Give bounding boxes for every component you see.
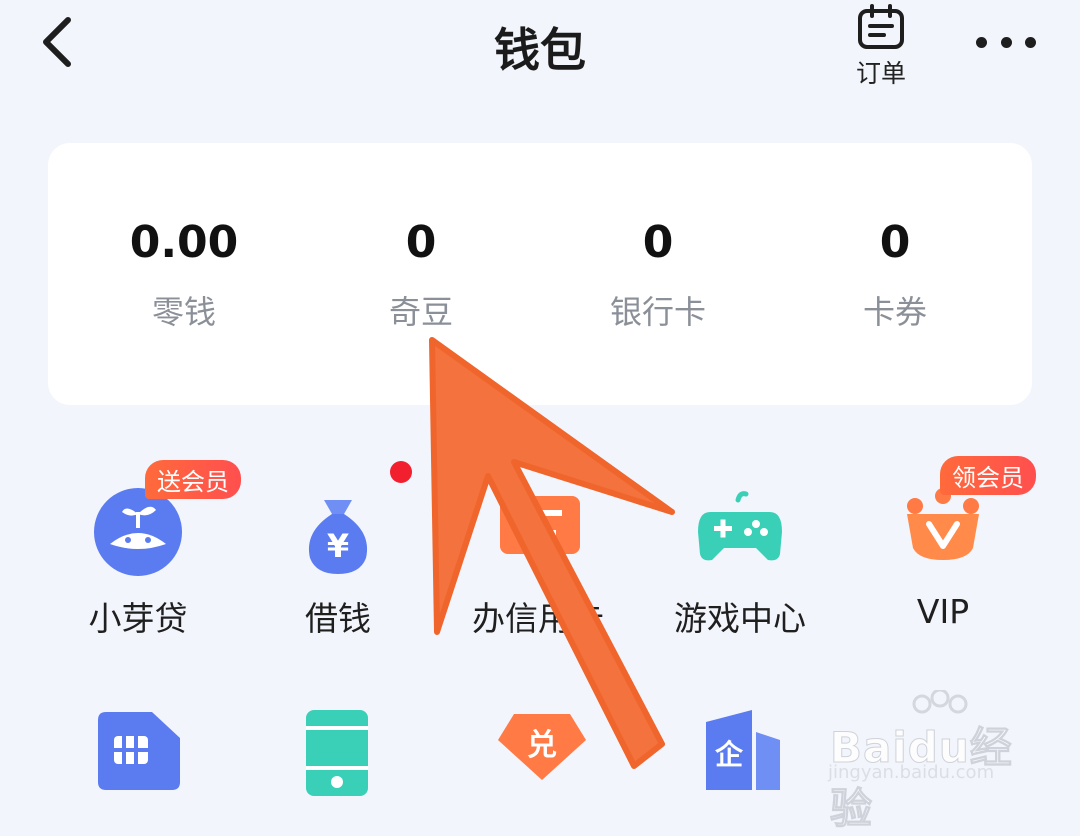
more-dot bbox=[1000, 36, 1012, 48]
balance-label: 卡券 bbox=[862, 293, 927, 331]
service-game-center[interactable]: 游戏中心 bbox=[640, 482, 840, 640]
balance-value: 0 bbox=[642, 217, 674, 268]
enterprise-glyph: 企 bbox=[715, 738, 744, 771]
promo-badge: 送会员 bbox=[145, 460, 241, 499]
page-title: 钱包 bbox=[494, 23, 586, 77]
service-label: 借钱 bbox=[305, 599, 371, 638]
credit-card-icon bbox=[488, 482, 588, 582]
service-sim-card[interactable] bbox=[90, 708, 190, 798]
phone-icon bbox=[306, 710, 368, 796]
service-borrow[interactable]: ¥ 借钱 bbox=[238, 482, 438, 640]
balance-coupons[interactable]: 0 卡券 bbox=[775, 217, 1015, 333]
exchange-glyph: 兑 bbox=[527, 728, 557, 763]
balance-qidou[interactable]: 0 奇豆 bbox=[301, 217, 541, 333]
calendar-icon bbox=[858, 4, 904, 49]
balance-label: 零钱 bbox=[151, 293, 216, 331]
service-enterprise[interactable]: 企 bbox=[700, 708, 800, 798]
gamepad-icon bbox=[690, 482, 790, 582]
balance-change[interactable]: 0.00 零钱 bbox=[64, 217, 304, 333]
annotation-arrow bbox=[429, 337, 675, 769]
more-options-button[interactable] bbox=[976, 30, 1036, 54]
service-label: 办信用卡 bbox=[472, 599, 604, 638]
balance-label: 奇豆 bbox=[388, 293, 453, 331]
balance-card: 0.00 零钱 0 奇豆 0 银行卡 0 卡券 bbox=[48, 143, 1032, 405]
balance-bank-card[interactable]: 0 银行卡 bbox=[538, 217, 778, 333]
header: 钱包 订单 bbox=[0, 0, 1080, 110]
exchange-icon: 兑 bbox=[498, 714, 586, 780]
notification-dot bbox=[390, 461, 412, 483]
service-exchange[interactable]: 兑 bbox=[492, 708, 592, 798]
order-button[interactable]: 订单 bbox=[846, 4, 916, 90]
service-xiaoyadai[interactable]: 小芽贷 bbox=[38, 482, 238, 640]
more-dot bbox=[1025, 36, 1036, 48]
service-label: VIP bbox=[916, 592, 970, 631]
order-label: 订单 bbox=[855, 59, 906, 88]
service-label: 小芽贷 bbox=[88, 599, 188, 638]
service-credit-card[interactable]: 办信用卡 bbox=[438, 482, 638, 640]
baidu-watermark: Baidu经验 jingyan.baidu.com bbox=[826, 690, 1046, 834]
money-bag-icon: ¥ bbox=[288, 482, 388, 582]
balance-value: 0.00 bbox=[129, 217, 239, 268]
service-label: 游戏中心 bbox=[674, 599, 806, 638]
svg-text:¥: ¥ bbox=[327, 527, 349, 565]
more-dot bbox=[976, 36, 987, 48]
service-phone[interactable] bbox=[300, 708, 400, 798]
service-vip[interactable]: VIP bbox=[843, 482, 1043, 631]
balance-value: 0 bbox=[879, 217, 911, 268]
balance-label: 银行卡 bbox=[609, 293, 706, 331]
balance-value: 0 bbox=[405, 217, 437, 268]
promo-badge: 领会员 bbox=[940, 456, 1036, 495]
crown-icon bbox=[893, 482, 993, 582]
enterprise-icon: 企 bbox=[706, 710, 780, 790]
sim-card-icon bbox=[98, 712, 180, 790]
watermark-url: jingyan.baidu.com bbox=[828, 762, 995, 783]
